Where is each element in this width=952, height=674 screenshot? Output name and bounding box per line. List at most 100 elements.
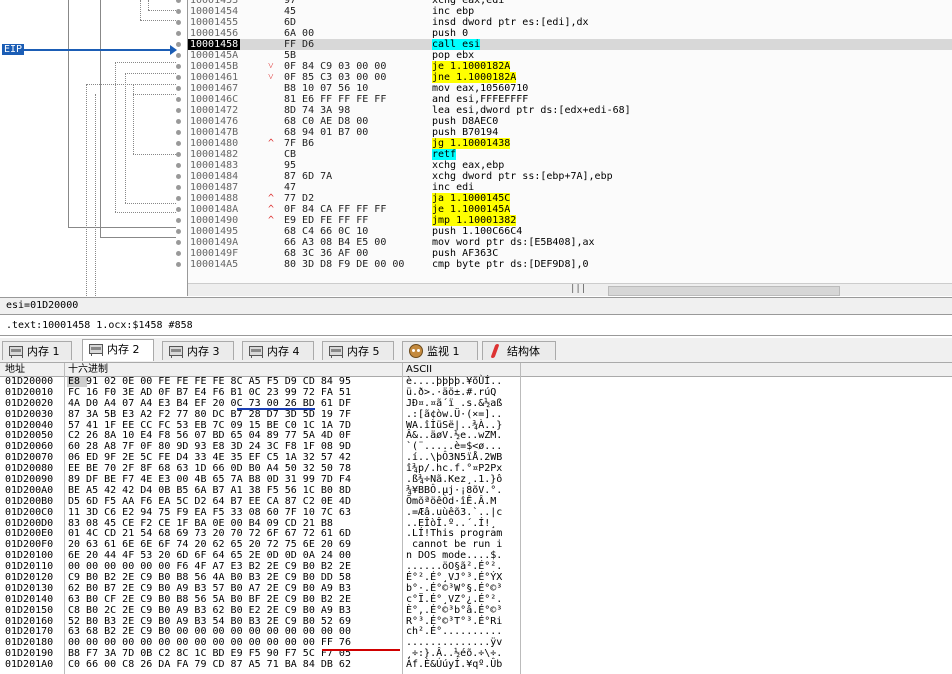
disasm-row[interactable]: 10001472 8D 74 3A 98 lea esi,dword ptr ds:… — [188, 105, 952, 116]
breakpoint-dot[interactable] — [176, 152, 181, 157]
disasm-row[interactable]: 10001495 68 C4 66 0C 10 push 1.100C66C4 — [188, 226, 952, 237]
breakpoint-dot[interactable] — [176, 119, 181, 124]
tab-memory-5[interactable]: 内存 5 — [322, 341, 394, 360]
disasm-row[interactable]: 1000148A ^ 0F 84 CA FF FF FF je 1.1000145A — [188, 204, 952, 215]
breakpoint-dot[interactable] — [176, 229, 181, 234]
breakpoint-dot[interactable] — [176, 240, 181, 245]
jump-line — [140, 0, 141, 20]
dump-row[interactable]: 01D201A0 C0 66 00 C8 26 DA FA 79 CD 87 A5… — [0, 659, 952, 671]
disasm-bytes: 7F B6 — [284, 138, 315, 149]
disasm-instruction: ja 1.1000145C — [432, 193, 511, 204]
disasm-instruction: cmp byte ptr ds:[DEF9D8],0 — [432, 259, 589, 270]
tab-memory-4[interactable]: 内存 4 — [242, 341, 314, 360]
breakpoint-dot[interactable] — [176, 163, 181, 168]
disasm-row[interactable]: 1000147B 68 94 01 B7 00 push B70194 — [188, 127, 952, 138]
disasm-row[interactable]: 10001454 45 inc ebp — [188, 6, 952, 17]
breakpoint-dot[interactable] — [176, 262, 181, 267]
hex-column-header[interactable]: 十六进制 — [68, 363, 108, 376]
breakpoint-dot[interactable] — [176, 64, 181, 69]
disasm-instruction: jg 1.10001438 — [432, 138, 511, 149]
location-info-line: .text:10001458 1.ocx:$1458 #858 — [0, 314, 952, 336]
disasm-row[interactable]: 10001490 ^ E9 ED FE FF FF jmp 1.10001382 — [188, 215, 952, 226]
disasm-address: 10001488 — [190, 193, 239, 204]
scrollbar-thumb[interactable] — [608, 286, 840, 296]
tab-label: 结构体 — [507, 345, 540, 358]
tab-memory-3[interactable]: 内存 3 — [162, 341, 234, 360]
breakpoint-dot[interactable] — [176, 53, 181, 58]
breakpoint-dot[interactable] — [176, 108, 181, 113]
disasm-row[interactable]: 10001476 68 C0 AE D8 00 push D8AEC0 — [188, 116, 952, 127]
memory-icon — [329, 346, 343, 358]
breakpoint-dot[interactable] — [176, 42, 181, 47]
breakpoint-dot[interactable] — [176, 9, 181, 14]
tab-label: 监视 1 — [427, 345, 460, 358]
breakpoint-dot[interactable] — [176, 141, 181, 146]
breakpoint-dot[interactable] — [176, 0, 181, 3]
underline-marker — [322, 649, 400, 651]
ascii-column-header[interactable]: ASCII — [406, 363, 432, 376]
disasm-row[interactable]: 10001484 87 6D 7A xchg dword ptr ss:[ebp+7… — [188, 171, 952, 182]
disasm-instruction: inc ebp — [432, 6, 475, 17]
breakpoint-dot[interactable] — [176, 196, 181, 201]
disasm-row[interactable]: 10001455 6D insd dword ptr es:[edi],dx — [188, 17, 952, 28]
breakpoint-dot[interactable] — [176, 20, 181, 25]
breakpoint-dot[interactable] — [176, 174, 181, 179]
dump-address: 01D200C0 — [5, 506, 54, 518]
disasm-row[interactable]: 1000145B ˅ 0F 84 C9 03 00 00 je 1.1000182A — [188, 61, 952, 72]
breakpoint-dot[interactable] — [176, 86, 181, 91]
jump-direction-mark: ˅ — [268, 61, 274, 72]
dump-tab-bar: 内存 1 内存 2 内存 3 内存 4 内存 5 监视 1 结构体 — [0, 338, 952, 363]
disasm-row[interactable]: 1000146C 81 E6 FF FF FE FF and esi,FFFEFFF… — [188, 94, 952, 105]
register-info-line: esi=01D20000 — [0, 297, 952, 314]
address-column-header[interactable]: 地址 — [5, 363, 25, 376]
breakpoint-dot[interactable] — [176, 31, 181, 36]
disasm-address: 10001461 — [190, 72, 239, 83]
disasm-row[interactable]: 10001488 ^ 77 D2 ja 1.1000145C — [188, 193, 952, 204]
disasm-row[interactable]: 10001482 CB retf — [188, 149, 952, 160]
disasm-bytes: 68 3C 36 AF 00 — [284, 248, 369, 259]
tab-label: 内存 2 — [107, 343, 140, 356]
disassembly-pane[interactable]: EIP 10001453 97 xchg eax,edi 10001454 45 inc … — [0, 0, 952, 296]
disasm-row[interactable]: 100014A5 80 3D D8 F9 DE 00 00 cmp byte ptr… — [188, 259, 952, 270]
tab-watch-1[interactable]: 监视 1 — [402, 341, 478, 360]
tab-struct[interactable]: 结构体 — [482, 341, 556, 360]
disasm-row[interactable]: 1000149A 66 A3 08 B4 E5 00 mov word ptr ds… — [188, 237, 952, 248]
disasm-bytes: 5B — [284, 50, 297, 61]
breakpoint-dot[interactable] — [176, 251, 181, 256]
dump-ascii: .=Æâ.uùêõ3.`..|c — [406, 506, 503, 518]
breakpoint-dot[interactable] — [176, 97, 181, 102]
disasm-row[interactable]: 10001467 B8 10 07 56 10 mov eax,10560710 — [188, 83, 952, 94]
dump-row[interactable]: 01D20150 C8 B0 2C 2E C9 B0 A9 B3 62 B0 E2… — [0, 604, 952, 617]
memory-icon — [169, 346, 183, 358]
disasm-row[interactable]: 10001458 FF D6 call esi — [188, 39, 952, 50]
disasm-row[interactable]: 1000149F 68 3C 36 AF 00 push AF363C — [188, 248, 952, 259]
tab-memory-2[interactable]: 内存 2 — [82, 339, 154, 361]
breakpoint-dot[interactable] — [176, 75, 181, 80]
scroll-grip-icon: ||| — [570, 284, 587, 294]
dump-row[interactable]: 01D20030 87 3A 5B E3 A2 F2 77 80 DC B7 28… — [0, 409, 952, 421]
memory-dump-pane[interactable]: 地址 十六进制 ASCII 01D20000 E8 91 02 0E 00 FE … — [0, 363, 952, 674]
horizontal-scrollbar[interactable]: ||| — [188, 283, 952, 296]
breakpoint-dot[interactable] — [176, 185, 181, 190]
disasm-row[interactable]: 10001461 ˅ 0F 85 C3 03 00 00 jne 1.1000182A — [188, 72, 952, 83]
disassembly-rows[interactable]: 10001453 97 xchg eax,edi 10001454 45 inc ebp 1… — [188, 0, 952, 270]
breakpoint-dot[interactable] — [176, 218, 181, 223]
breakpoint-dot[interactable] — [176, 207, 181, 212]
disasm-instruction: mov word ptr ds:[E5B408],ax — [432, 237, 595, 248]
dump-rows[interactable]: 01D20000 E8 91 02 0E 00 FE FE FE FE 8C A5… — [0, 376, 952, 671]
dump-address: 01D20150 — [5, 604, 54, 616]
disasm-bytes: 77 D2 — [284, 193, 315, 204]
dump-row[interactable]: 01D200C0 11 3D C6 E2 94 75 F9 EA F5 33 08… — [0, 506, 952, 519]
disasm-row[interactable]: 10001483 95 xchg eax,ebp — [188, 160, 952, 171]
disasm-row[interactable]: 10001487 47 inc edi — [188, 182, 952, 193]
disasm-row[interactable]: 1000145A 5B pop ebx — [188, 50, 952, 61]
disasm-row[interactable]: 10001456 6A 00 push 0 — [188, 28, 952, 39]
disasm-row[interactable]: 10001480 ^ 7F B6 jg 1.10001438 — [188, 138, 952, 149]
disasm-instruction: pop ebx — [432, 50, 475, 61]
disasm-address: 10001455 — [190, 17, 239, 28]
breakpoint-dot[interactable] — [176, 130, 181, 135]
dump-hex-bytes: 11 3D C6 E2 94 75 F9 EA F5 33 08 60 7F 1… — [68, 506, 351, 518]
jump-line — [125, 73, 126, 203]
disasm-instruction: retf — [432, 149, 457, 160]
tab-memory-1[interactable]: 内存 1 — [2, 341, 72, 360]
